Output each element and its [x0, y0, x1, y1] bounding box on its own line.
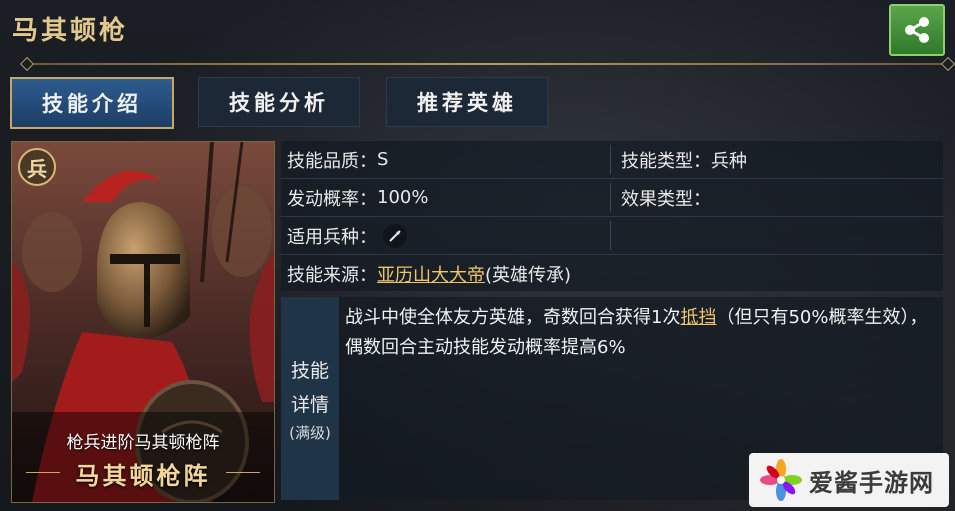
source-suffix: (英雄传承) [485, 264, 572, 286]
type-field: 技能类型： 兵种 [621, 141, 747, 178]
watermark-text: 爱酱手游网 [809, 468, 934, 497]
rate-field: 发动概率： 100% [287, 179, 428, 216]
cell-separator [610, 183, 611, 212]
type-label: 技能类型： [621, 150, 711, 172]
detail-label-line2: 详情 [290, 394, 329, 416]
detail-text: 战斗中使全体友方英雄，奇数回合获得1次抵挡（但只有50%概率生效），偶数回合主动… [345, 303, 937, 363]
page-title: 马其顿枪 [12, 16, 129, 46]
detail-text-before: 战斗中使全体友方英雄，奇数回合获得1次 [345, 307, 681, 328]
source-label: 技能来源： [287, 264, 377, 286]
quality-value: S [377, 149, 389, 170]
rate-value: 100% [377, 187, 429, 208]
share-button[interactable] [889, 4, 945, 56]
pinwheel-logo-icon [760, 459, 802, 501]
quality-field: 技能品质： S [287, 141, 388, 178]
skill-card: 兵 枪兵进阶马其顿枪阵 马其顿枪阵 [11, 141, 275, 503]
tab-recommended-heroes[interactable]: 推荐英雄 [386, 77, 548, 127]
tab-skill-analysis[interactable]: 技能分析 [198, 77, 360, 127]
info-row-quality: 技能品质： S 技能类型： 兵种 [281, 141, 943, 179]
info-row-source: 技能来源： 亚历山大大帝 (英雄传承) [281, 255, 943, 292]
skill-card-subtitle: 枪兵进阶马其顿枪阵 [66, 433, 220, 453]
header-divider [28, 63, 947, 65]
tab-skill-intro[interactable]: 技能介绍 [10, 77, 174, 129]
detail-label: 技能 详情 (满级) [281, 297, 339, 500]
skill-card-name: 马其顿枪阵 [75, 461, 211, 490]
troop-badge: 兵 [18, 148, 56, 186]
cell-separator [610, 145, 611, 174]
detail-label-line1: 技能 [290, 360, 329, 382]
effect-field: 效果类型： [621, 179, 711, 216]
spear-icon [383, 223, 407, 248]
skill-info-table: 技能品质： S 技能类型： 兵种 发动概率： 100% 效果类型： 适用兵种： [281, 141, 943, 291]
cell-separator [610, 221, 611, 250]
quality-label: 技能品质： [287, 150, 377, 172]
source-field: 技能来源： 亚历山大大帝 (英雄传承) [287, 255, 571, 292]
detail-label-sub: (满级) [289, 424, 331, 442]
troop-field: 适用兵种： [287, 217, 407, 254]
source-hero-link[interactable]: 亚历山大大帝 [377, 261, 485, 287]
rate-label: 发动概率： [287, 188, 377, 210]
effect-label: 效果类型： [621, 188, 711, 210]
block-status-link[interactable]: 抵挡 [680, 307, 716, 328]
watermark: 爱酱手游网 [749, 453, 949, 507]
troop-label: 适用兵种： [287, 226, 377, 248]
info-row-rate: 发动概率： 100% 效果类型： [281, 179, 943, 217]
info-row-troop: 适用兵种： [281, 217, 943, 255]
share-icon [905, 17, 929, 43]
type-value: 兵种 [711, 150, 747, 172]
